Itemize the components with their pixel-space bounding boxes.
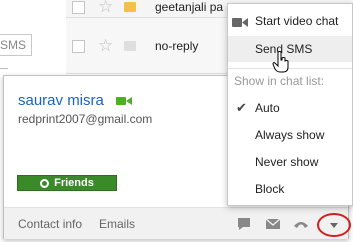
label-icon xyxy=(124,41,136,51)
menu-item-label: Auto xyxy=(255,101,280,115)
menu-item-block[interactable]: Block xyxy=(228,176,352,202)
contact-info-link[interactable]: Contact info xyxy=(18,217,82,231)
label-icon xyxy=(124,2,136,12)
star-icon[interactable]: ☆ xyxy=(98,0,113,15)
phone-icon[interactable] xyxy=(293,217,309,231)
menu-item-label: Always show xyxy=(255,128,325,142)
sender-name: no-reply xyxy=(155,39,199,53)
menu-item-start-video-chat[interactable]: Start video chat xyxy=(228,8,352,34)
card-footer: Contact info Emails xyxy=(4,207,351,239)
sender-name: geetanjali pa xyxy=(155,0,224,14)
menu-item-send-sms[interactable]: Send SMS xyxy=(228,36,352,62)
video-icon xyxy=(232,18,248,27)
video-icon[interactable] xyxy=(116,96,132,106)
mail-icon[interactable] xyxy=(265,217,281,231)
menu-item-auto[interactable]: ✔ Auto xyxy=(228,95,352,121)
checkbox[interactable] xyxy=(72,1,85,14)
menu-item-never-show[interactable]: Never show xyxy=(228,149,352,175)
divider xyxy=(0,68,8,69)
friends-group-button[interactable]: Friends xyxy=(17,175,117,191)
contact-options-menu: Start video chat Send SMS Show in chat l… xyxy=(227,3,353,206)
menu-divider xyxy=(228,68,352,69)
checkbox[interactable] xyxy=(72,40,85,53)
menu-item-label: Never show xyxy=(255,155,319,169)
dropdown-arrow-icon[interactable] xyxy=(330,223,338,228)
search-input[interactable]: SMS xyxy=(0,34,32,56)
menu-item-always-show[interactable]: Always show xyxy=(228,122,352,148)
star-icon[interactable]: ☆ xyxy=(98,37,113,54)
hand-cursor-icon xyxy=(272,51,289,73)
menu-item-label: Block xyxy=(255,182,285,196)
emails-link[interactable]: Emails xyxy=(99,217,135,231)
contact-name[interactable]: saurav misra xyxy=(18,92,104,109)
chat-icon[interactable] xyxy=(236,217,252,231)
friends-label: Friends xyxy=(54,177,94,189)
menu-item-label: Start video chat xyxy=(255,14,339,28)
contact-email: redprint2007@gmail.com xyxy=(18,112,153,126)
circle-icon xyxy=(40,178,50,188)
checkmark-icon: ✔ xyxy=(236,100,247,115)
chat-list-header: Show in chat list: xyxy=(234,74,325,88)
